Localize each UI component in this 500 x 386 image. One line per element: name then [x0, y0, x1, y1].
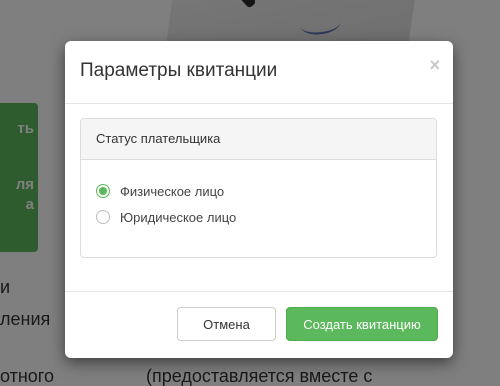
panel-heading: Статус плательщика [81, 119, 436, 160]
modal-title: Параметры квитанции [80, 60, 278, 81]
radio-option-legal-entity[interactable]: Юридическое лицо [96, 204, 421, 230]
payer-status-panel: Статус плательщика Физическое лицо Юриди… [80, 118, 437, 258]
create-receipt-button[interactable]: Создать квитанцию [286, 307, 438, 341]
cancel-button[interactable]: Отмена [177, 307, 276, 341]
radio-unchecked-icon[interactable] [96, 210, 110, 224]
radio-label-individual[interactable]: Физическое лицо [120, 184, 224, 199]
panel-body: Физическое лицо Юридическое лицо [81, 160, 436, 230]
radio-option-individual[interactable]: Физическое лицо [96, 178, 421, 204]
modal-footer: Отмена Создать квитанцию [65, 291, 453, 358]
radio-label-legal-entity[interactable]: Юридическое лицо [120, 210, 236, 225]
close-icon[interactable]: × [429, 55, 440, 75]
receipt-parameters-modal: Параметры квитанции × Статус плательщика… [65, 41, 453, 358]
modal-header: Параметры квитанции × [65, 41, 453, 104]
radio-checked-icon[interactable] [96, 184, 110, 198]
